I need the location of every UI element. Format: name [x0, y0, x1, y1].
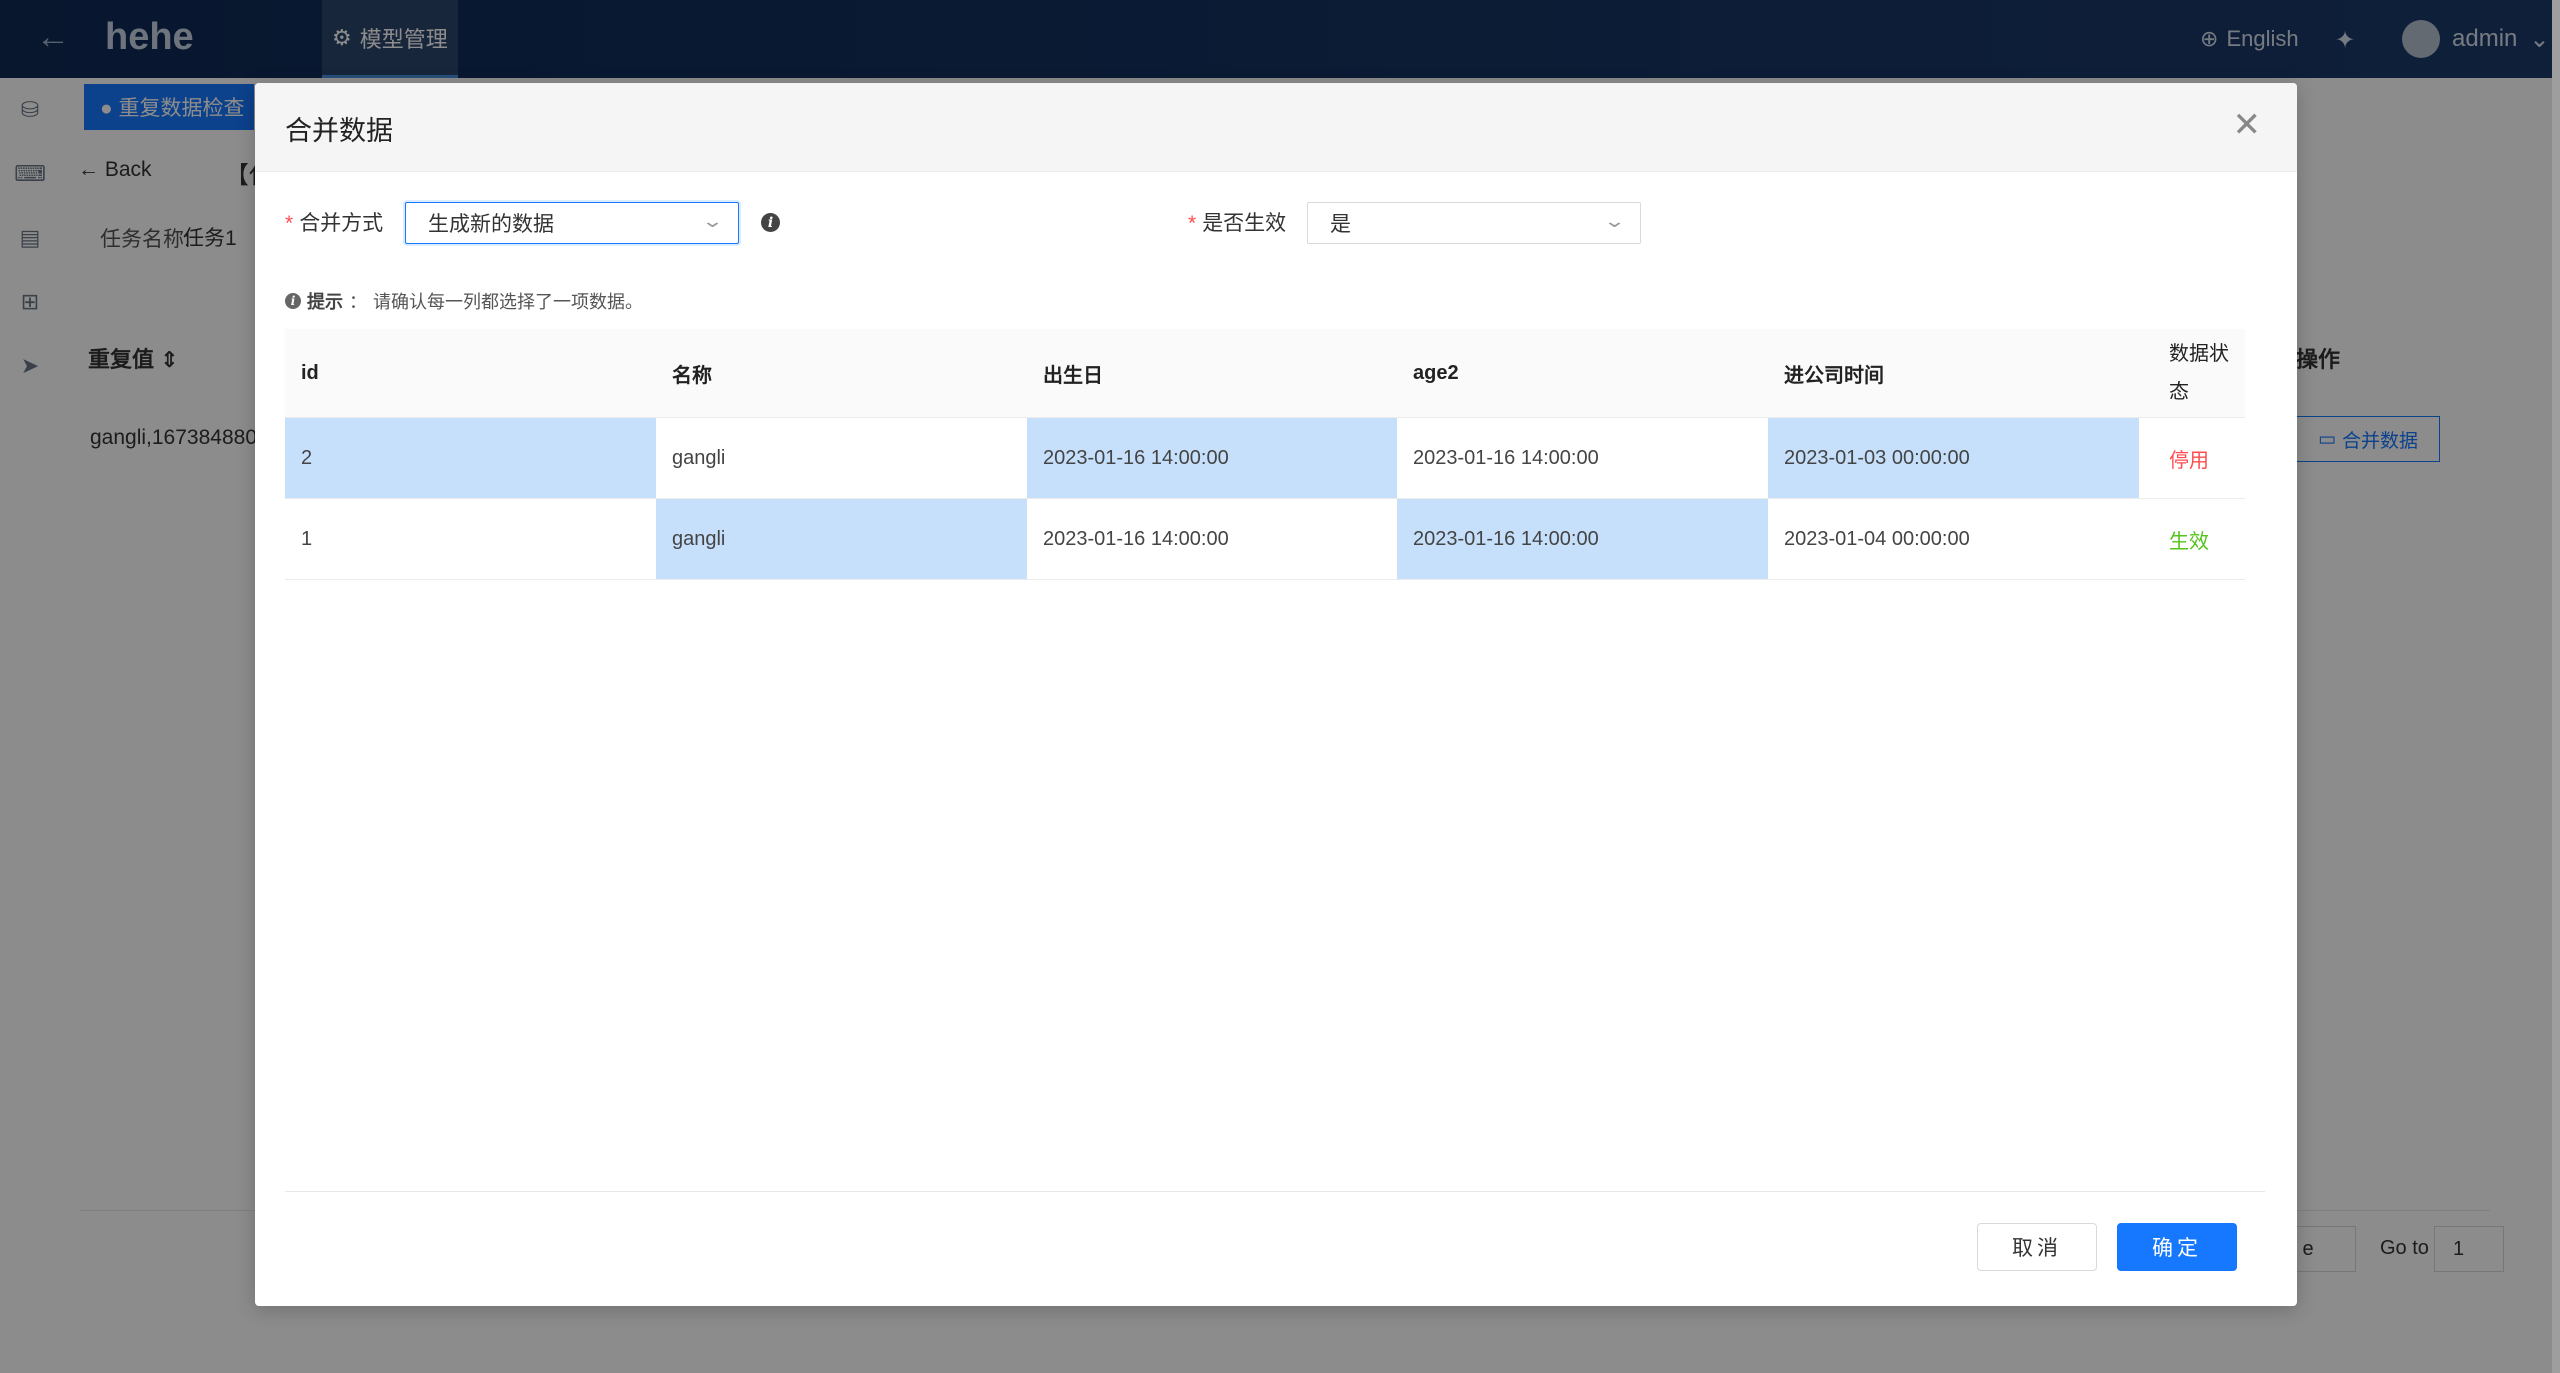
table-cell-join-date[interactable]: 2023-01-03 00:00:00 — [1768, 418, 2139, 498]
column-header-join-date: 进公司时间 — [1784, 364, 1884, 387]
table-row: 2 gangli 2023-01-16 14:00:00 2023-01-16 … — [285, 418, 2245, 499]
table-cell-id[interactable]: 2 — [285, 418, 656, 498]
close-icon[interactable]: ✕ — [2233, 105, 2262, 145]
table-cell-birth[interactable]: 2023-01-16 14:00:00 — [1027, 418, 1397, 498]
active-select[interactable]: 是 ⌄ — [1307, 202, 1641, 244]
info-icon[interactable]: i — [761, 213, 780, 232]
merge-method-select[interactable]: 生成新的数据 ⌄ — [405, 202, 739, 244]
required-mark: * — [1188, 212, 1197, 235]
scrollbar[interactable] — [2552, 0, 2560, 1373]
column-header-id: id — [301, 361, 319, 384]
footer-divider — [285, 1191, 2265, 1192]
active-value: 是 — [1330, 213, 1351, 236]
active-label-text: 是否生效 — [1202, 212, 1287, 235]
column-header-name: 名称 — [672, 364, 712, 387]
merge-method-value: 生成新的数据 — [428, 213, 554, 236]
hint-text: 请确认每一列都选择了一项数据。 — [373, 292, 643, 312]
confirm-button[interactable]: 确定 — [2117, 1223, 2237, 1271]
column-header-status: 数据状态 — [2169, 343, 2229, 403]
chevron-down-icon: ⌄ — [701, 211, 724, 231]
info-icon: i — [285, 293, 301, 309]
status-badge: 生效 — [2169, 530, 2209, 553]
table-cell-age2[interactable]: 2023-01-16 14:00:00 — [1397, 418, 1768, 498]
column-header-age2: age2 — [1413, 361, 1459, 384]
modal-title: 合并数据 — [285, 116, 393, 146]
merge-method-label: * 合并方式 — [285, 207, 383, 237]
table-row: 1 gangli 2023-01-16 14:00:00 2023-01-16 … — [285, 499, 2245, 580]
column-header-birth: 出生日 — [1043, 364, 1103, 387]
modal-header: 合并数据 ✕ — [255, 83, 2297, 172]
merge-method-label-text: 合并方式 — [299, 212, 384, 235]
table-cell-id[interactable]: 1 — [285, 499, 656, 579]
required-mark: * — [285, 212, 294, 235]
hint-colon: ： — [349, 292, 367, 312]
table-cell-name[interactable]: gangli — [656, 418, 1027, 498]
table-cell-birth[interactable]: 2023-01-16 14:00:00 — [1027, 499, 1397, 579]
hint: i 提示 ： 请确认每一列都选择了一项数据。 — [285, 288, 643, 314]
cancel-button[interactable]: 取消 — [1977, 1223, 2097, 1271]
table-cell-join-date[interactable]: 2023-01-04 00:00:00 — [1768, 499, 2139, 579]
merge-table: id 名称 出生日 age2 进公司时间 数据状态 2 gangli 2023-… — [285, 329, 2245, 580]
table-header: id 名称 出生日 age2 进公司时间 数据状态 — [285, 329, 2245, 418]
chevron-down-icon: ⌄ — [1603, 211, 1626, 231]
merge-data-modal: 合并数据 ✕ * 合并方式 生成新的数据 ⌄ i * 是否生效 是 ⌄ i 提示： … — [255, 83, 2297, 1306]
table-cell-age2[interactable]: 2023-01-16 14:00:00 — [1397, 499, 1768, 579]
hint-label: 提示 — [307, 292, 343, 312]
active-label: * 是否生效 — [1188, 207, 1286, 237]
table-cell-name[interactable]: gangli — [656, 499, 1027, 579]
status-badge: 停用 — [2169, 449, 2209, 472]
